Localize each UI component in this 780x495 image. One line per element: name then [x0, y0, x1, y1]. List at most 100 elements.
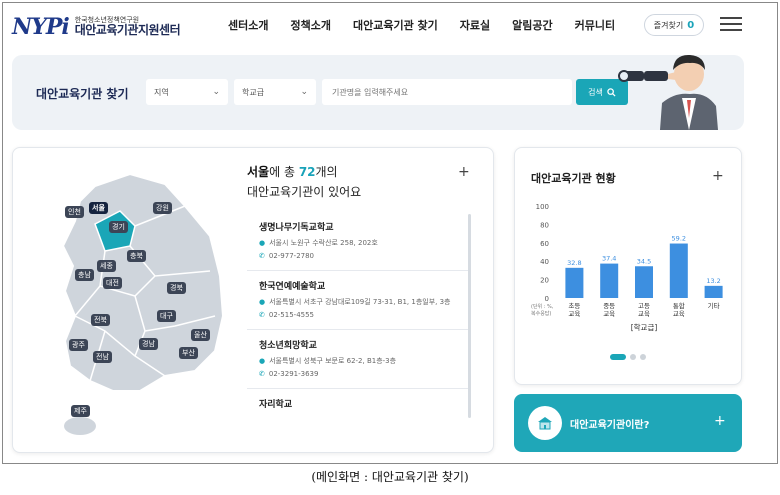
- about-banner-label: 대안교육기관이란?: [570, 420, 650, 431]
- institution-address: 서울시 노원구 수락산로 258, 202호: [269, 239, 378, 247]
- level-select-value: 학교급: [242, 87, 265, 97]
- plus-icon[interactable]: +: [458, 164, 470, 180]
- institution-phone: 02-977-2780: [268, 252, 315, 260]
- chevron-down-icon: ⌄: [300, 87, 308, 97]
- region-gyeongbuk[interactable]: 경북: [167, 282, 186, 294]
- bar: [600, 263, 619, 298]
- institution-phone: 02-515-4555: [268, 311, 315, 319]
- region-gangwon[interactable]: 강원: [153, 202, 172, 214]
- logo-mark: NYPi: [12, 14, 70, 40]
- x-tick-label: 교육: [673, 310, 685, 318]
- region-jeonbuk[interactable]: 전북: [91, 314, 110, 326]
- y-tick-label: 100: [536, 203, 549, 211]
- list-scrollbar[interactable]: [468, 214, 471, 418]
- x-tick-label: 교육: [638, 310, 650, 318]
- summary-unit: 개의: [315, 165, 338, 179]
- x-tick-label: 통합: [673, 301, 685, 310]
- institution-name: 한국연예예술학교: [259, 282, 326, 292]
- x-tick-label: 기타: [708, 301, 720, 310]
- figure-caption: (메인화면 : 대안교육기관 찾기): [311, 470, 469, 484]
- region-gyeonggi[interactable]: 경기: [109, 221, 128, 233]
- carousel-dot[interactable]: [640, 354, 646, 360]
- selected-region: 서울: [247, 165, 270, 179]
- main-nav: 센터소개 정책소개 대안교육기관 찾기 자료실 알림공간 커뮤니티: [228, 17, 637, 33]
- bar: [704, 285, 723, 298]
- about-banner[interactable]: 대안교육기관이란? +: [514, 394, 742, 452]
- region-gyeongnam[interactable]: 경남: [139, 338, 158, 350]
- region-daegu[interactable]: 대구: [157, 310, 176, 322]
- list-item[interactable]: 생명나무기독교학교 ● 서울시 노원구 수락산로 258, 202호 ✆ 02-97…: [247, 212, 469, 271]
- region-select[interactable]: 지역 ⌄: [146, 79, 228, 105]
- region-sejong[interactable]: 세종: [97, 260, 116, 272]
- nav-item-find[interactable]: 대안교육기관 찾기: [353, 17, 438, 33]
- y-tick-label: 20: [540, 277, 549, 285]
- phone-icon: ✆: [259, 370, 265, 378]
- hamburger-menu-icon[interactable]: [720, 17, 742, 33]
- x-tick-label: 초등: [568, 302, 580, 310]
- y-tick-label: 60: [540, 240, 549, 248]
- region-incheon[interactable]: 인천: [65, 206, 84, 218]
- region-summary: 서울에 총 72개의 대안교육기관이 있어요: [247, 162, 361, 203]
- institution-phone: 02-3291-3639: [268, 370, 319, 378]
- phone-icon: ✆: [259, 252, 265, 260]
- chevron-down-icon: ⌄: [212, 87, 220, 97]
- search-button-label: 검색: [588, 87, 603, 97]
- nav-item-notice[interactable]: 알림공간: [512, 17, 552, 33]
- nav-item-center[interactable]: 센터소개: [228, 17, 268, 33]
- region-chungnam[interactable]: 충남: [75, 269, 94, 281]
- location-pin-icon: ●: [259, 357, 266, 365]
- institution-list[interactable]: 생명나무기독교학교 ● 서울시 노원구 수락산로 258, 202호 ✆ 02-97…: [247, 212, 469, 420]
- region-busan[interactable]: 부산: [179, 347, 198, 359]
- search-title: 대안교육기관 찾기: [36, 87, 129, 101]
- phone-icon: ✆: [259, 311, 265, 319]
- plus-icon[interactable]: +: [712, 168, 724, 184]
- bar: [635, 266, 653, 298]
- logo-title: 대안교육기관지원센터: [74, 23, 181, 38]
- data-label: 32.8: [567, 259, 581, 267]
- chart-title: 대안교육기관 현황: [531, 172, 616, 185]
- favorites-label: 즐겨찾기: [653, 20, 684, 30]
- y-tick-label: 40: [540, 258, 549, 266]
- unit-label: (단위 : %,: [531, 303, 554, 310]
- data-label: 37.4: [602, 255, 616, 263]
- y-tick-label: 0: [545, 295, 549, 303]
- region-select-value: 지역: [154, 87, 169, 97]
- nav-item-community[interactable]: 커뮤니티: [575, 17, 615, 33]
- data-label: 34.5: [637, 257, 651, 265]
- data-label: 59.2: [672, 235, 686, 243]
- region-daejeon[interactable]: 대전: [103, 277, 122, 289]
- status-chart-card: 대안교육기관 현황 + 0 20 40 60 80 100 32.8 초등 교육 37.4 중등 교육…: [514, 147, 742, 385]
- data-label: 13.2: [706, 277, 720, 285]
- region-gwangju[interactable]: 광주: [69, 339, 88, 351]
- bar: [565, 267, 584, 298]
- location-pin-icon: ●: [259, 239, 266, 247]
- plus-icon: +: [714, 413, 726, 429]
- institution-name: 청소년희망학교: [259, 341, 317, 351]
- mascot-illustration: [618, 54, 718, 130]
- x-tick-label: 교육: [568, 310, 580, 318]
- location-pin-icon: ●: [259, 298, 266, 306]
- search-input[interactable]: [322, 79, 572, 105]
- region-jeju[interactable]: 제주: [71, 405, 90, 417]
- summary-line2: 대안교육기관이 있어요: [247, 185, 362, 200]
- institution-name: 자리학교: [259, 400, 293, 410]
- institution-count: 72: [298, 165, 316, 179]
- region-chungbuk[interactable]: 충북: [127, 250, 146, 262]
- list-item[interactable]: 자리학교: [247, 389, 469, 420]
- unit-label: 복수응답): [531, 310, 551, 317]
- x-tick-label: 교육: [603, 310, 615, 318]
- level-select[interactable]: 학교급 ⌄: [234, 79, 316, 105]
- favorites-button[interactable]: 즐겨찾기 0: [644, 14, 704, 36]
- carousel-dot-active[interactable]: [610, 354, 626, 360]
- site-logo[interactable]: NYPi 한국청소년정책연구원 대안교육기관지원센터: [12, 10, 181, 44]
- nav-item-policy[interactable]: 정책소개: [290, 17, 330, 33]
- list-item[interactable]: 청소년희망학교 ● 서울특별시 성북구 보문로 62-2, B1층-3층 ✆ 02-…: [247, 330, 469, 389]
- carousel-dot[interactable]: [630, 354, 636, 360]
- y-tick-label: 80: [540, 221, 549, 229]
- region-seoul[interactable]: 서울: [89, 202, 108, 214]
- region-ulsan[interactable]: 울산: [191, 329, 210, 341]
- nav-item-archive[interactable]: 자료실: [460, 17, 490, 33]
- list-item[interactable]: 한국연예예술학교 ● 서울특별시 서초구 강남대로109길 73-31, B1, …: [247, 271, 469, 330]
- region-jeonnam[interactable]: 전남: [93, 351, 112, 363]
- x-tick-label: 고등: [638, 302, 650, 310]
